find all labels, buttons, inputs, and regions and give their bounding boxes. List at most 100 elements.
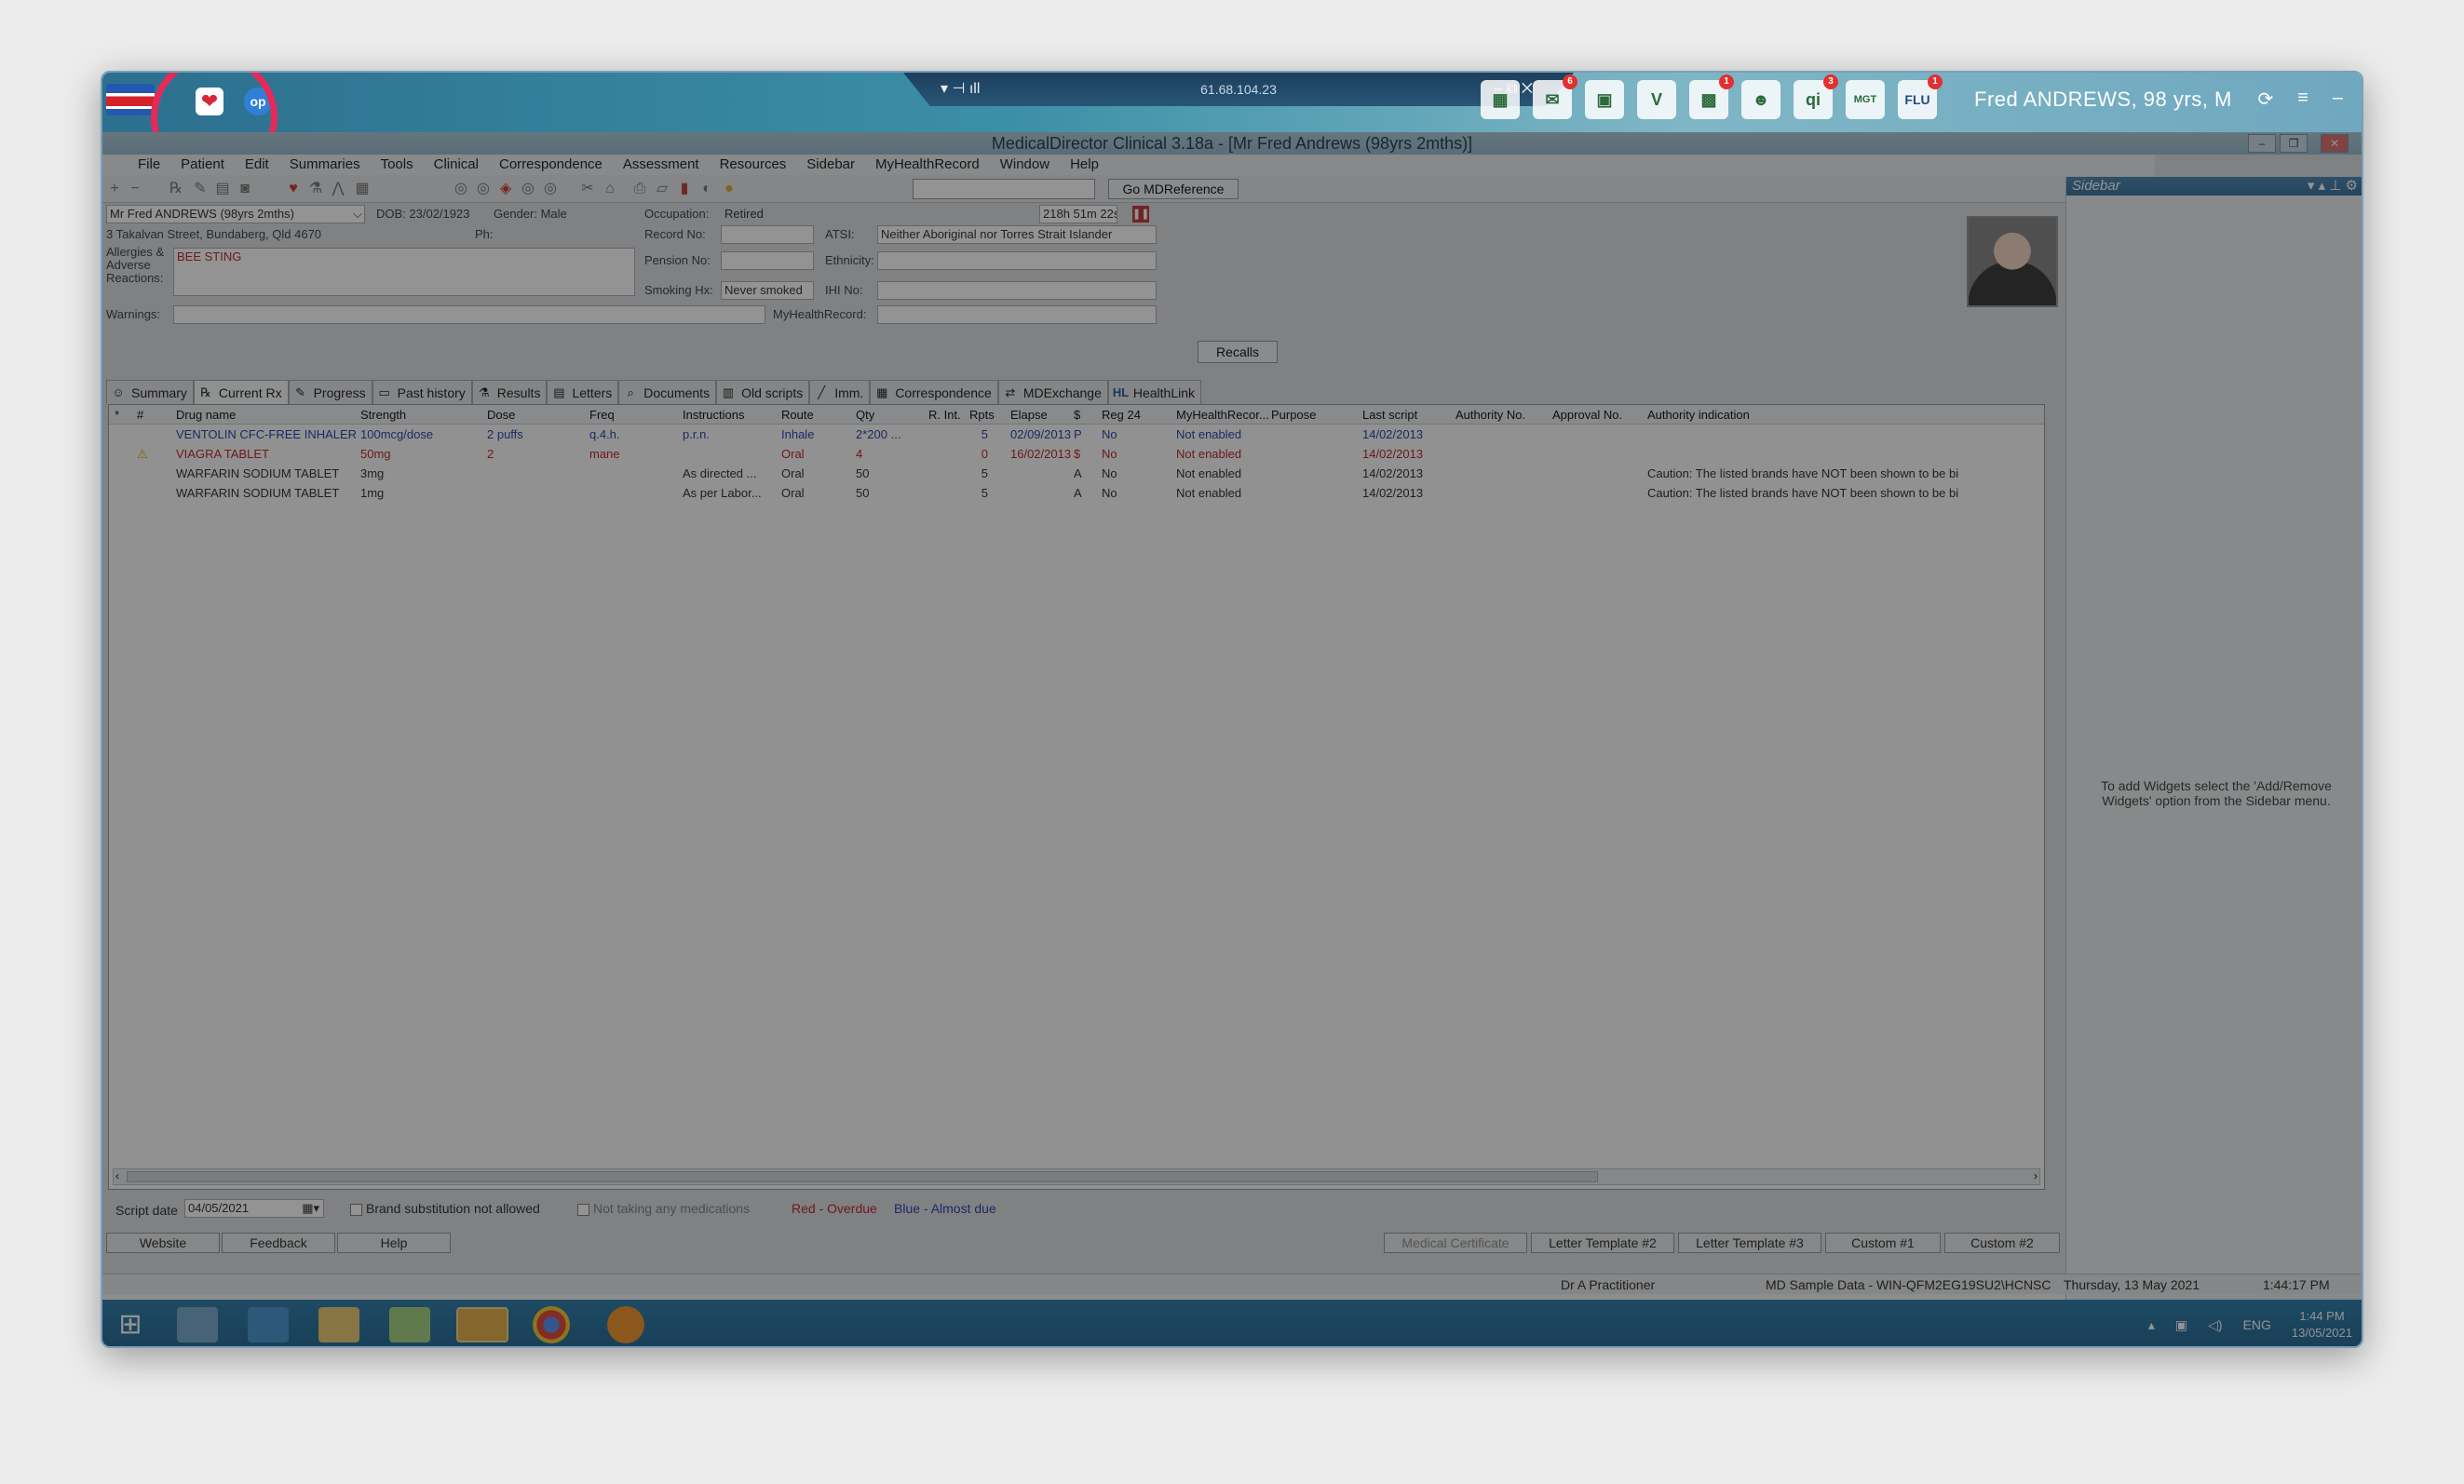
- menu-resources[interactable]: Resources: [720, 155, 787, 175]
- menu-sidebar[interactable]: Sidebar: [806, 155, 855, 175]
- custom-1-button[interactable]: Custom #1: [1825, 1233, 1941, 1253]
- column-header[interactable]: Strength: [360, 405, 406, 425]
- notepad-icon[interactable]: [389, 1307, 430, 1342]
- menu-window[interactable]: Window: [1000, 155, 1049, 175]
- note-icon[interactable]: ▤: [214, 181, 231, 197]
- taskbar-clock[interactable]: 1:44 PM 13/05/2021: [2292, 1308, 2352, 1342]
- help-button[interactable]: Help: [337, 1233, 451, 1253]
- alert-tool-icon[interactable]: ◈: [497, 181, 514, 197]
- tab-correspondence[interactable]: ▦ Correspondence: [870, 380, 998, 404]
- restore-button[interactable]: ❐: [2280, 134, 2308, 153]
- tab-immunisations[interactable]: ╱ Imm.: [809, 380, 871, 404]
- tab-summary[interactable]: ☺ Summary: [106, 380, 194, 404]
- column-header[interactable]: #: [137, 405, 143, 425]
- people-app-icon[interactable]: ☻: [1741, 80, 1780, 119]
- table-row[interactable]: ⚠ VIAGRA TABLET 50mg 2 mane Oral 4 0 16/02/2013 $…: [109, 444, 2044, 464]
- minimize-button[interactable]: –: [2248, 134, 2276, 153]
- column-header[interactable]: Drug name: [176, 405, 236, 425]
- inbox-app-icon[interactable]: ✉ 6: [1533, 74, 1577, 119]
- horizontal-scrollbar[interactable]: ‹ ›: [113, 1168, 2040, 1185]
- column-header[interactable]: R. Int.: [928, 405, 961, 425]
- circle-tool-icon[interactable]: ◎: [475, 181, 492, 197]
- menu-tools[interactable]: Tools: [381, 155, 413, 175]
- server-manager-icon[interactable]: [177, 1307, 218, 1342]
- scroll-left-icon[interactable]: ‹: [115, 1169, 119, 1182]
- pause-icon[interactable]: ❚❚: [1132, 206, 1149, 223]
- column-header[interactable]: Rpts: [969, 405, 995, 425]
- go-mdreference-button[interactable]: Go MDReference: [1108, 179, 1239, 199]
- column-header[interactable]: Last script: [1362, 405, 1417, 425]
- qi-app-icon[interactable]: qi 3: [1794, 74, 1838, 119]
- menu-summaries[interactable]: Summaries: [290, 155, 360, 175]
- ethnicity-field[interactable]: [877, 251, 1157, 270]
- patient-select[interactable]: Mr Fred ANDREWS (98yrs 2mths) ⌵: [106, 205, 365, 223]
- app-orange-icon[interactable]: [607, 1306, 644, 1343]
- tab-healthlink[interactable]: HL HealthLink: [1107, 380, 1202, 404]
- column-header[interactable]: Elapse: [1010, 405, 1048, 425]
- pin-icon[interactable]: ▾ ⊣ ıll: [941, 73, 980, 106]
- occupation-field[interactable]: Retired: [721, 205, 1019, 223]
- column-header[interactable]: *: [115, 405, 119, 425]
- smoking-field[interactable]: Never smoked: [721, 281, 814, 300]
- column-header[interactable]: $: [1074, 405, 1080, 425]
- flu-app-icon[interactable]: FLU 1: [1898, 74, 1943, 119]
- column-header[interactable]: Instructions: [683, 405, 744, 425]
- calendar-icon[interactable]: ▦: [354, 181, 371, 197]
- tab-past-history[interactable]: ▭ Past history: [372, 380, 472, 404]
- remove-icon[interactable]: −: [127, 181, 143, 197]
- table-row[interactable]: WARFARIN SODIUM TABLET 1mg As per Labor...…: [109, 483, 2044, 503]
- scissors-icon[interactable]: ✂: [579, 181, 596, 197]
- column-header[interactable]: Dose: [487, 405, 515, 425]
- camera-icon[interactable]: ◙: [237, 181, 253, 197]
- circle-tool-icon[interactable]: ◎: [453, 181, 469, 197]
- column-header[interactable]: Approval No.: [1552, 405, 1622, 425]
- bell-icon[interactable]: ◐: [698, 181, 715, 197]
- column-header[interactable]: Freq: [589, 405, 615, 425]
- heart-icon[interactable]: ♥: [285, 181, 302, 197]
- circle-tool-icon[interactable]: ◎: [520, 181, 536, 197]
- menu-clinical[interactable]: Clinical: [434, 155, 479, 175]
- sidebar-controls-icon[interactable]: ▾ ▴ ⊥ ⚙: [2308, 177, 2358, 196]
- menu-file[interactable]: File: [138, 155, 160, 175]
- menu-edit[interactable]: Edit: [245, 155, 269, 175]
- myhealthrecord-field[interactable]: [877, 305, 1157, 324]
- refresh-icon[interactable]: ⟳: [2257, 88, 2273, 111]
- tab-progress[interactable]: ✎ Progress: [288, 380, 372, 404]
- contact-app-icon[interactable]: ▣: [1585, 80, 1624, 119]
- check-app-icon[interactable]: V: [1637, 80, 1676, 119]
- menu-assessment[interactable]: Assessment: [623, 155, 699, 175]
- graduate-icon[interactable]: ⌂: [602, 181, 618, 197]
- print-icon[interactable]: ⎙: [631, 181, 648, 197]
- menu-patient[interactable]: Patient: [181, 155, 224, 175]
- recalls-button[interactable]: Recalls: [1198, 341, 1278, 363]
- table-row[interactable]: WARFARIN SODIUM TABLET 3mg As directed ...…: [109, 464, 2044, 483]
- letter-template-3-button[interactable]: Letter Template #3: [1678, 1233, 1821, 1253]
- brand-substitution-checkbox[interactable]: Brand substitution not allowed: [350, 1201, 540, 1216]
- coin-icon[interactable]: ●: [721, 181, 738, 197]
- letter-template-2-button[interactable]: Letter Template #2: [1531, 1233, 1674, 1253]
- scroll-right-icon[interactable]: ›: [2034, 1169, 2038, 1182]
- record-field[interactable]: [721, 225, 814, 244]
- not-taking-checkbox[interactable]: Not taking any medications: [577, 1201, 750, 1216]
- column-header[interactable]: Authority No.: [1455, 405, 1525, 425]
- pin-tool-icon[interactable]: ✎: [192, 181, 209, 197]
- website-button[interactable]: Website: [106, 1233, 220, 1253]
- column-header[interactable]: Authority indication: [1647, 405, 1750, 425]
- tab-old-scripts[interactable]: ▥ Old scripts: [716, 380, 810, 404]
- column-header[interactable]: Reg 24: [1102, 405, 1141, 425]
- windows-start-icon[interactable]: ⊞: [110, 1307, 151, 1342]
- column-header[interactable]: Route: [781, 405, 814, 425]
- checkbox-box[interactable]: [577, 1203, 589, 1216]
- scroll-thumb[interactable]: [127, 1171, 1598, 1182]
- medical-certificate-button[interactable]: Medical Certificate: [1384, 1233, 1527, 1253]
- close-button[interactable]: ✕: [2321, 134, 2349, 153]
- menu-help[interactable]: Help: [1070, 155, 1099, 175]
- ihi-field[interactable]: [877, 281, 1157, 300]
- tray-language[interactable]: ENG: [2243, 1317, 2271, 1332]
- bottle-icon[interactable]: ▮: [676, 181, 693, 197]
- minimize-icon[interactable]: –: [2333, 88, 2343, 111]
- chrome-icon[interactable]: [533, 1306, 570, 1343]
- tab-current-rx[interactable]: ℞ Current Rx: [193, 380, 289, 404]
- menu-correspondence[interactable]: Correspondence: [499, 155, 602, 175]
- column-header[interactable]: MyHealthRecor...: [1176, 405, 1269, 425]
